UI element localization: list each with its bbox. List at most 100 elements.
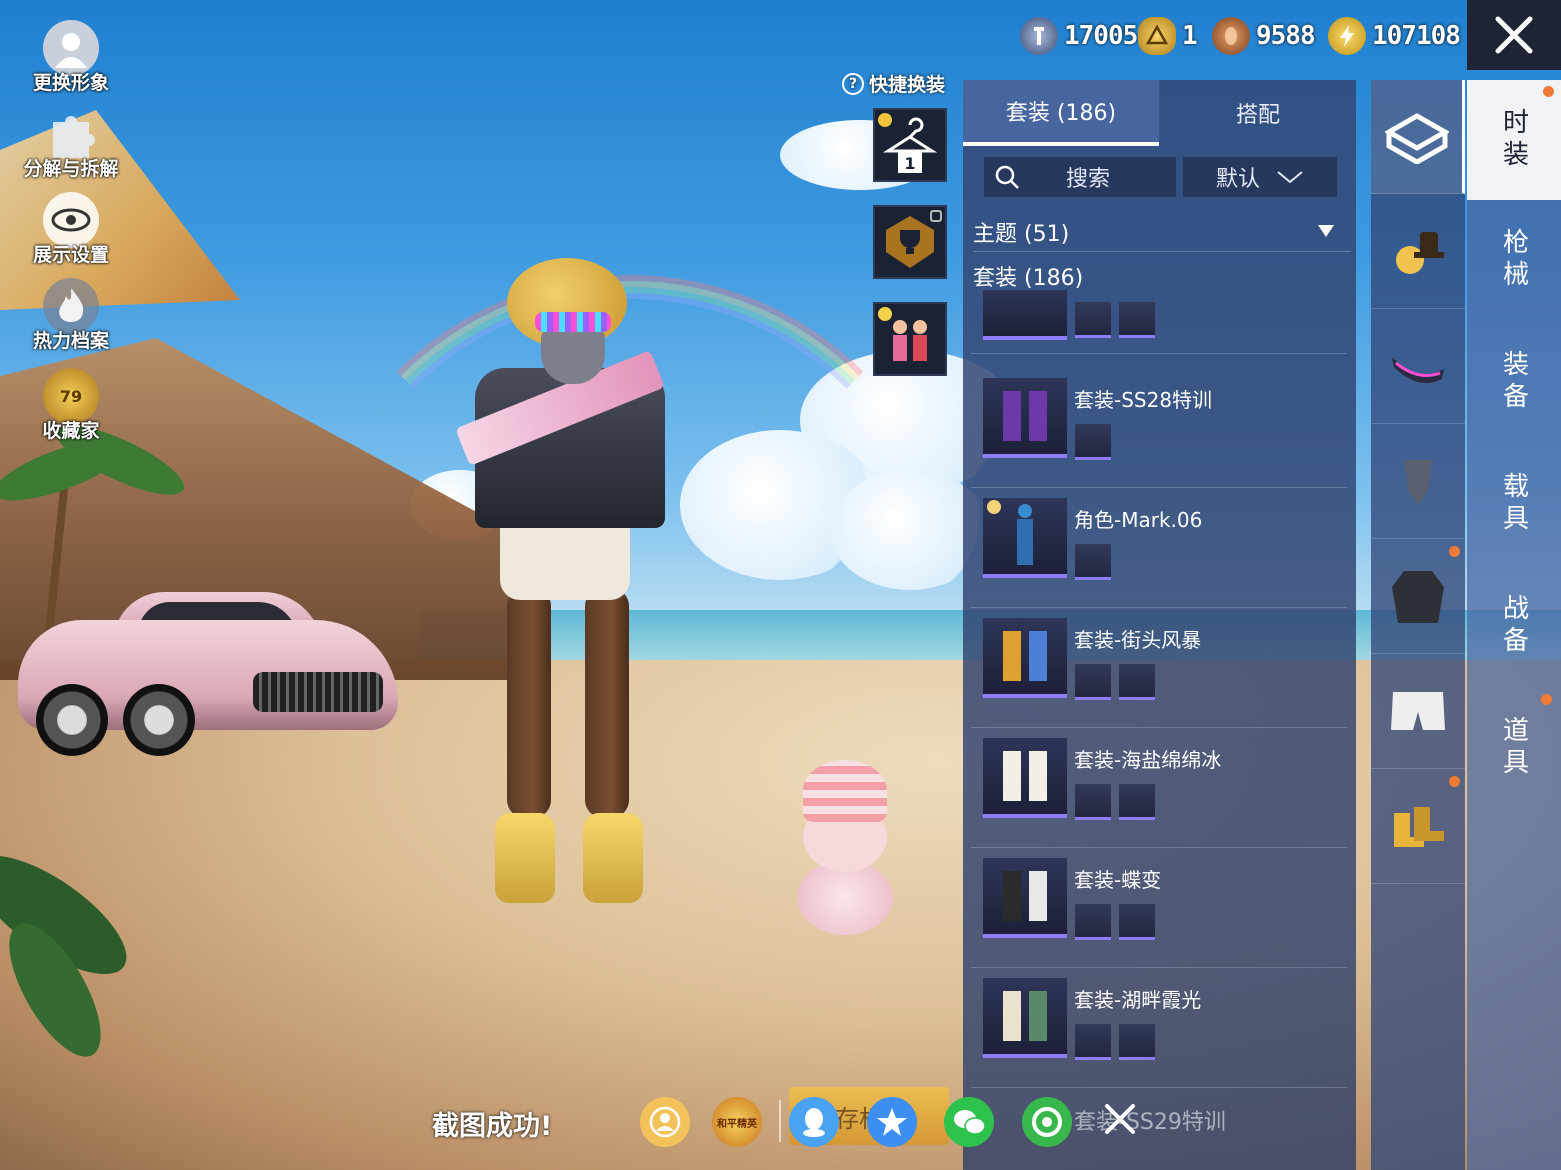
collector-label: 收藏家 bbox=[42, 420, 100, 442]
list-item[interactable]: 角色-Mark.06 bbox=[971, 490, 1347, 608]
mask-icon bbox=[1404, 459, 1432, 506]
category-bottom[interactable] bbox=[1371, 655, 1465, 769]
close-wardrobe-button[interactable] bbox=[1467, 0, 1561, 70]
tab-equipment[interactable]: 装备 bbox=[1467, 322, 1561, 442]
category-shoes[interactable] bbox=[1371, 770, 1465, 884]
hat-icon bbox=[1396, 231, 1444, 274]
theme-label: 主题 (51) bbox=[973, 221, 1070, 247]
decompose-button[interactable]: 分解与拆解 bbox=[20, 106, 122, 181]
tab-suits[interactable]: 套装 (186) bbox=[963, 80, 1159, 146]
share-game-button[interactable]: 和平精英 bbox=[712, 1097, 762, 1147]
main-category-tabs: 时装 枪械 装备 载具 战备 道具 bbox=[1467, 80, 1561, 1170]
category-headwear[interactable] bbox=[1371, 195, 1465, 309]
heat-profile-label: 热力档案 bbox=[32, 330, 109, 352]
new-item-dot bbox=[1449, 776, 1460, 787]
item-thumbnail bbox=[983, 378, 1067, 458]
silver-coin-icon bbox=[1020, 17, 1058, 55]
display-settings-button[interactable]: 展示设置 bbox=[20, 192, 122, 267]
shoes-icon bbox=[1394, 806, 1444, 847]
list-item[interactable]: 套装-蝶变 bbox=[971, 850, 1347, 968]
tab-match[interactable]: 搭配 bbox=[1160, 80, 1356, 146]
visor-icon bbox=[1392, 356, 1444, 383]
chevron-down-icon bbox=[1277, 171, 1303, 184]
change-avatar-button[interactable]: 更换形象 bbox=[20, 20, 122, 95]
upgrade-arrow-icon bbox=[878, 113, 892, 127]
tab-items-label: 道具 bbox=[1498, 716, 1529, 780]
list-item[interactable]: 套装-海盐绵绵冰 bbox=[971, 730, 1347, 848]
decompose-label: 分解与拆解 bbox=[23, 158, 119, 180]
quick-slot-number: 1 bbox=[904, 154, 915, 173]
currency-silver[interactable]: 17005 bbox=[1020, 14, 1138, 58]
heat-profile-button[interactable]: 热力档案 bbox=[20, 278, 122, 353]
close-share-bar-button[interactable] bbox=[1098, 1097, 1142, 1141]
list-item[interactable]: 套装-湖畔霞光 bbox=[971, 970, 1347, 1088]
item-part-thumbnail[interactable] bbox=[1075, 302, 1111, 338]
item-part-thumbnail[interactable] bbox=[1119, 784, 1155, 820]
vehicle-display-car bbox=[18, 592, 408, 756]
category-eyewear[interactable] bbox=[1371, 310, 1465, 424]
sort-value: 默认 bbox=[1215, 167, 1260, 192]
share-qzone-button[interactable] bbox=[867, 1097, 917, 1147]
bronze-coin-icon bbox=[1212, 17, 1250, 55]
currency-gold-badge[interactable]: 1 bbox=[1138, 14, 1198, 58]
pet-snowman bbox=[795, 760, 895, 935]
help-icon[interactable]: ? bbox=[842, 72, 864, 95]
item-name: 套装-海盐绵绵冰 bbox=[1074, 748, 1222, 772]
item-part-thumbnail[interactable] bbox=[1119, 664, 1155, 700]
share-qq-button[interactable] bbox=[789, 1097, 839, 1147]
currency-bronze[interactable]: 9588 bbox=[1212, 14, 1316, 58]
smile-icon bbox=[878, 307, 892, 321]
item-part-thumbnail[interactable] bbox=[1075, 544, 1111, 580]
category-face[interactable] bbox=[1371, 425, 1465, 539]
category-empty bbox=[1371, 885, 1465, 999]
item-thumbnail bbox=[983, 978, 1067, 1058]
energy-coin-value: 107108 bbox=[1372, 21, 1461, 51]
team-icon bbox=[649, 1106, 681, 1138]
quick-slot-outfit[interactable]: 1 bbox=[873, 108, 947, 182]
tab-vehicles[interactable]: 载具 bbox=[1467, 444, 1561, 564]
collector-button[interactable]: 79 收藏家 bbox=[20, 368, 122, 443]
item-thumbnail bbox=[983, 290, 1067, 340]
item-part-thumbnail[interactable] bbox=[1075, 784, 1111, 820]
quick-change-label[interactable]: ? 快捷换装 bbox=[842, 70, 945, 97]
search-icon bbox=[995, 165, 1019, 189]
share-team-button[interactable] bbox=[640, 1097, 690, 1147]
tab-weapons[interactable]: 枪械 bbox=[1467, 200, 1561, 320]
tab-items[interactable]: 道具 bbox=[1467, 688, 1561, 808]
item-part-thumbnail[interactable] bbox=[1119, 1024, 1155, 1060]
currency-energy[interactable]: 107108 bbox=[1328, 14, 1461, 58]
quick-slot-emote[interactable] bbox=[873, 302, 947, 376]
item-part-thumbnail[interactable] bbox=[1075, 664, 1111, 700]
quick-change-text: 快捷换装 bbox=[869, 74, 946, 96]
share-moments-button[interactable] bbox=[1022, 1097, 1072, 1147]
list-item-partial[interactable] bbox=[971, 290, 1347, 354]
list-item[interactable]: 套装-街头风暴 bbox=[971, 610, 1347, 728]
list-item[interactable]: 套装-SS28特训 bbox=[971, 370, 1347, 488]
item-part-thumbnail[interactable] bbox=[1075, 424, 1111, 460]
item-part-thumbnail[interactable] bbox=[1119, 302, 1155, 338]
sort-dropdown[interactable]: 默认 bbox=[1183, 157, 1337, 197]
item-part-thumbnail[interactable] bbox=[1075, 904, 1111, 940]
tab-battle-gear[interactable]: 战备 bbox=[1467, 566, 1561, 686]
category-all[interactable] bbox=[1371, 80, 1465, 194]
category-top[interactable] bbox=[1371, 540, 1465, 654]
new-item-dot bbox=[1543, 86, 1554, 97]
gold-badge-value: 1 bbox=[1182, 21, 1198, 51]
item-part-thumbnail[interactable] bbox=[1075, 1024, 1111, 1060]
item-name: 角色-Mark.06 bbox=[1074, 508, 1203, 532]
shorts-icon bbox=[1391, 691, 1445, 730]
energy-coin-icon bbox=[1328, 17, 1366, 55]
tab-battle-gear-label: 战备 bbox=[1498, 594, 1529, 658]
gold-badge-icon bbox=[1138, 17, 1176, 55]
bronze-coin-value: 9588 bbox=[1256, 21, 1316, 51]
item-part-thumbnail[interactable] bbox=[1119, 904, 1155, 940]
tab-fashion[interactable]: 时装 bbox=[1467, 80, 1561, 200]
new-item-dot bbox=[1541, 694, 1552, 705]
item-thumbnail bbox=[983, 738, 1067, 818]
share-wechat-button[interactable] bbox=[944, 1097, 994, 1147]
search-input[interactable]: 搜索 bbox=[984, 157, 1176, 197]
share-divider bbox=[779, 1100, 781, 1142]
quick-slot-trophy[interactable] bbox=[873, 205, 947, 279]
theme-filter-row[interactable]: 主题 (51) bbox=[973, 212, 1351, 252]
suit-count-label: 套装 (186) bbox=[973, 266, 1084, 291]
